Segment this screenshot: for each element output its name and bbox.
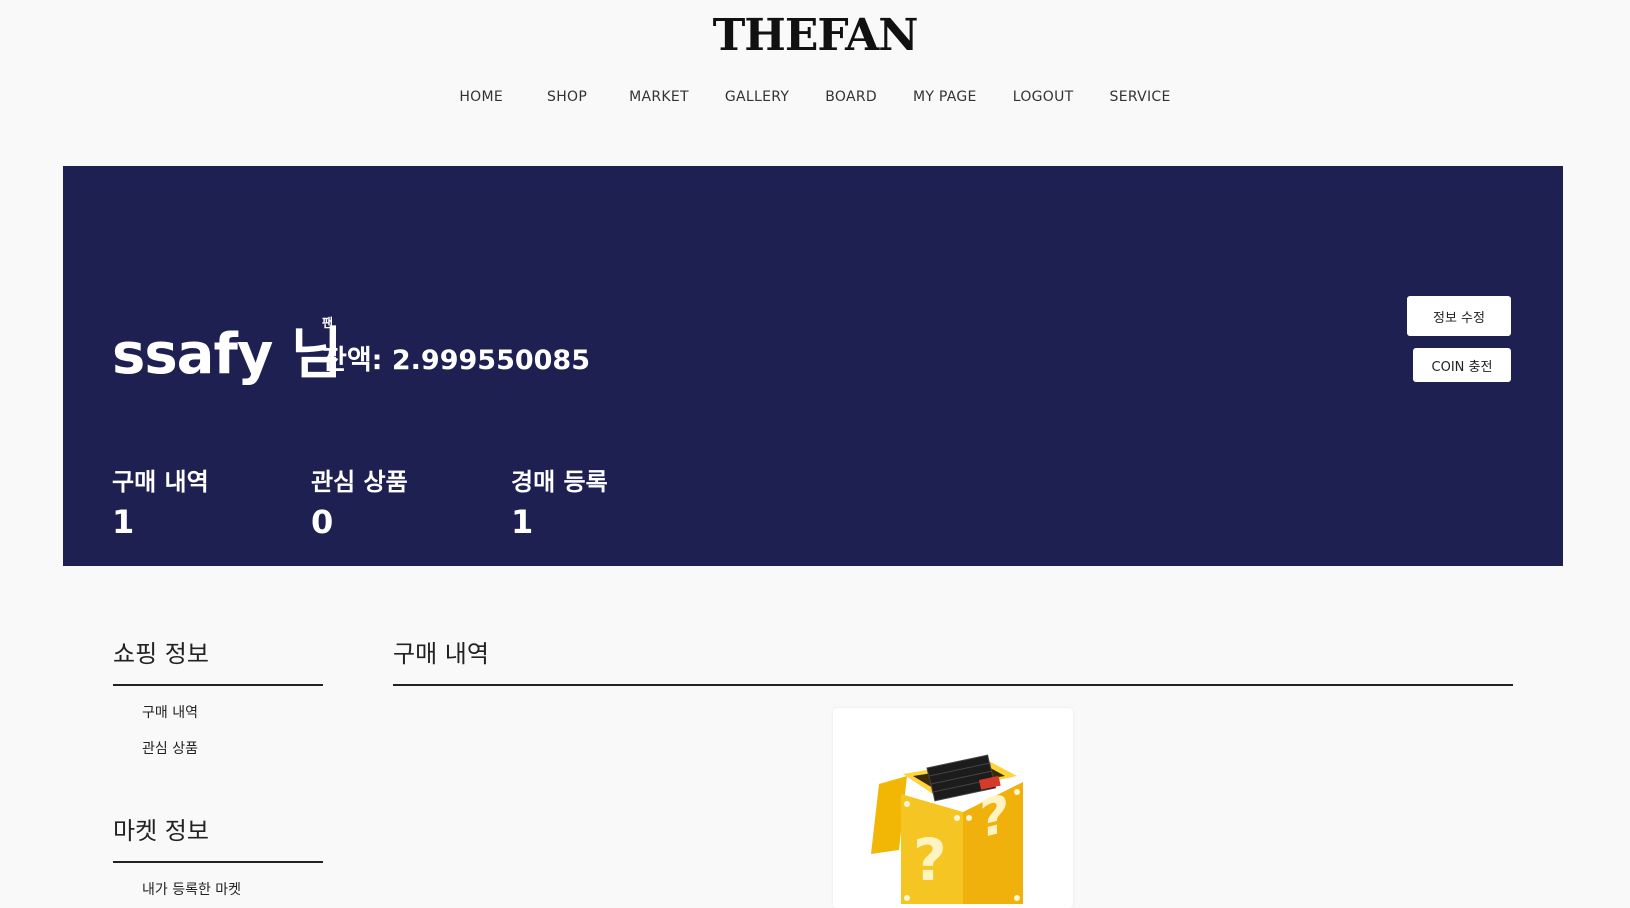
username: ssafy 님	[112, 322, 342, 387]
nav-shop[interactable]: SHOP	[547, 89, 587, 105]
nav-market[interactable]: MARKET	[629, 89, 689, 105]
svg-text:?: ?	[913, 826, 947, 894]
stat-label: 경매 등록	[511, 468, 608, 496]
balance: 잔액: 2.999550085	[322, 345, 591, 376]
nav-home[interactable]: HOME	[459, 89, 503, 105]
sidebar-shopping-title: 쇼핑 정보	[113, 640, 209, 668]
profile-banner: ssafy 님 팬 잔액: 2.999550085 정보 수정 COIN 충전 …	[63, 166, 1563, 566]
nav-board[interactable]: BOARD	[825, 89, 877, 105]
sidebar-item-wishlist[interactable]: 관심 상품	[142, 738, 198, 758]
stat-wishlist[interactable]: 관심 상품 0	[311, 462, 408, 541]
divider	[113, 861, 323, 863]
stat-value: 1	[511, 503, 534, 541]
stat-auctions[interactable]: 경매 등록 1	[511, 462, 608, 541]
nav-logout[interactable]: LOGOUT	[1013, 89, 1074, 105]
section-title: 구매 내역	[393, 640, 489, 668]
coin-charge-button[interactable]: COIN 충전	[1413, 348, 1511, 382]
mystery-box-image: ? ?	[871, 754, 1023, 904]
svg-text:?: ?	[979, 783, 1009, 851]
stat-purchases[interactable]: 구매 내역 1	[112, 462, 209, 541]
stat-value: 0	[311, 503, 334, 541]
edit-profile-button[interactable]: 정보 수정	[1407, 296, 1511, 336]
product-card[interactable]: ? ?	[833, 708, 1073, 908]
site-logo[interactable]: THEFAN	[0, 10, 1630, 61]
sidebar-item-purchases[interactable]: 구매 내역	[142, 702, 198, 722]
stat-value: 1	[112, 503, 135, 541]
stat-label: 구매 내역	[112, 468, 209, 496]
divider	[113, 684, 323, 686]
nav-my-page[interactable]: MY PAGE	[913, 89, 977, 105]
stat-label: 관심 상품	[311, 468, 408, 496]
divider	[393, 684, 1513, 686]
main-nav: HOME SHOP MARKET GALLERY BOARD MY PAGE L…	[0, 89, 1630, 105]
sidebar-market-title: 마켓 정보	[113, 817, 209, 845]
currency-label: 팬	[322, 316, 334, 330]
nav-gallery[interactable]: GALLERY	[725, 89, 789, 105]
sidebar-item-my-market[interactable]: 내가 등록한 마켓	[142, 879, 241, 899]
nav-service[interactable]: SERVICE	[1110, 89, 1171, 105]
